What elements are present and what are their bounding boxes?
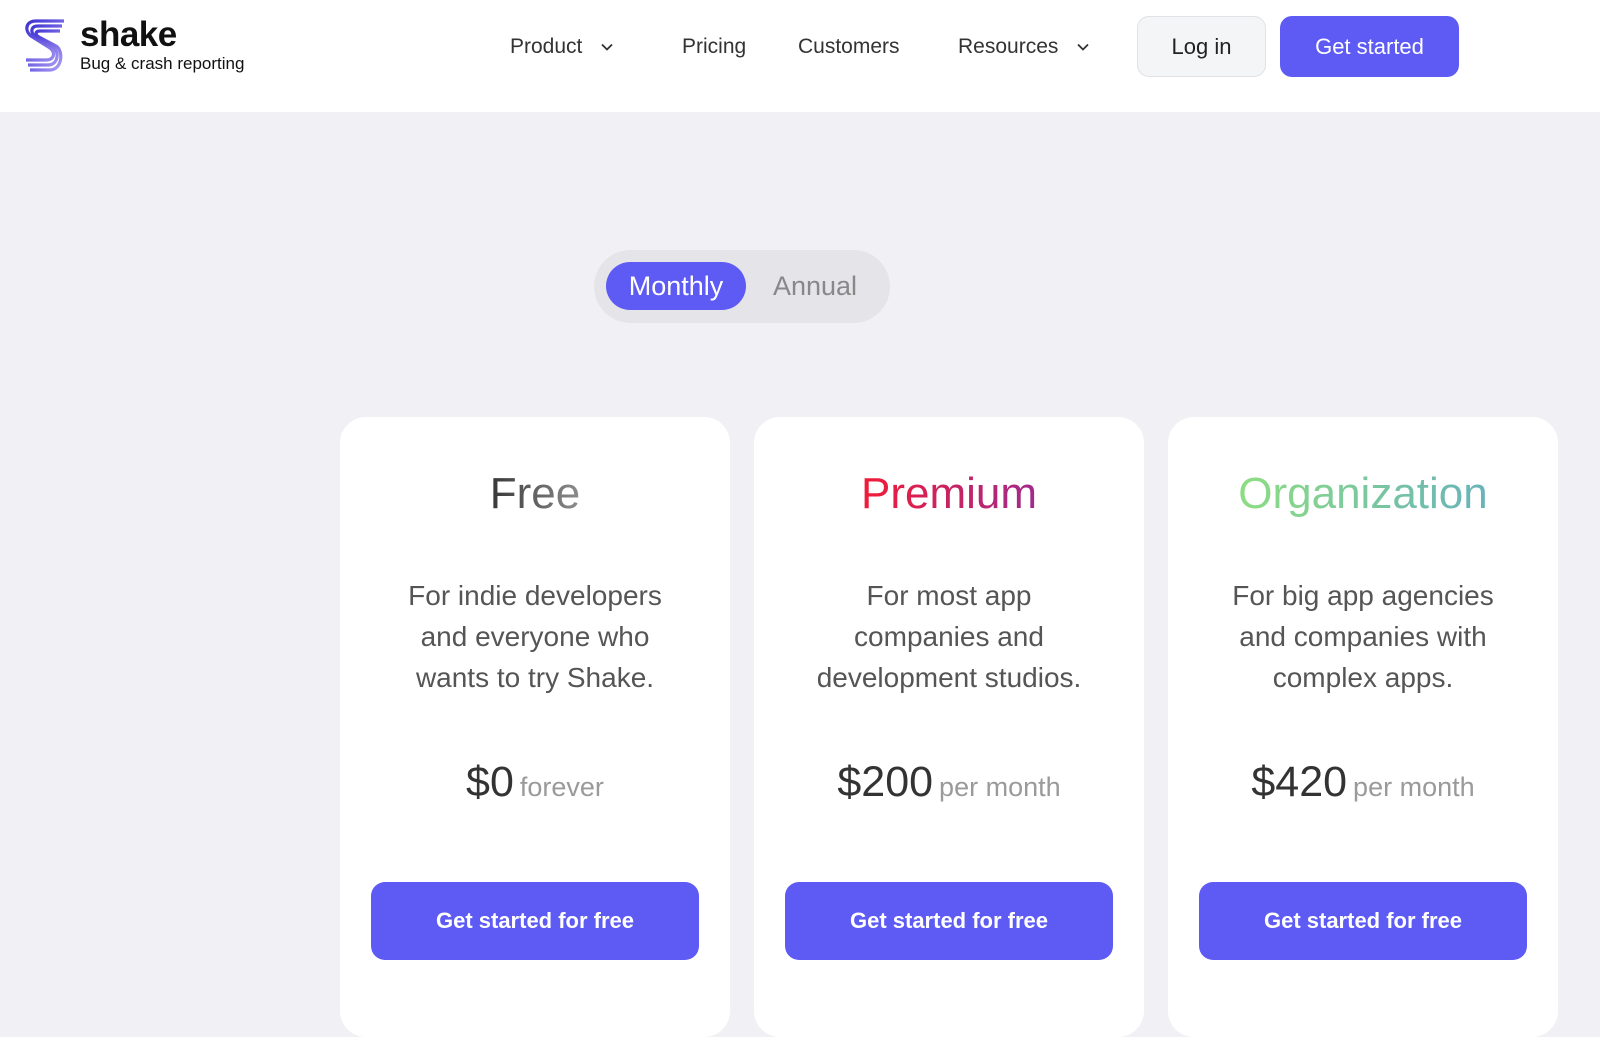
price-amount: $420 [1251,758,1348,806]
site-header: shake Bug & crash reporting Product Pric… [0,0,1600,112]
logo[interactable]: shake Bug & crash reporting [22,15,245,74]
plan-price: $200 per month [754,758,1144,807]
nav-resources-label: Resources [958,35,1059,58]
price-period: per month [1353,772,1475,802]
login-button[interactable]: Log in [1137,16,1266,77]
nav-customers-label: Customers [798,35,900,58]
plan-cta-button[interactable]: Get started for free [1199,882,1527,960]
plan-title: Free [340,468,730,520]
plan-description: For most app companies and development s… [754,575,1144,698]
chevron-down-icon [601,43,614,51]
plan-description: For big app agencies and companies with … [1168,575,1558,698]
plan-description-line: For big app agencies [1232,580,1494,611]
nav-product-label: Product [510,35,583,58]
plan-description-line: and everyone who [420,621,650,652]
toggle-monthly[interactable]: Monthly [606,262,746,310]
billing-toggle: Monthly Annual [594,250,890,323]
plan-price: $420 per month [1168,758,1558,807]
nav-pricing-label: Pricing [682,35,747,58]
plan-title: Organization [1168,468,1558,520]
price-amount: $0 [466,758,514,806]
plan-description-line: and companies with [1239,621,1487,652]
plan-description-line: complex apps. [1272,662,1454,693]
plan-description: For indie developers and everyone who wa… [340,575,730,698]
nav-pricing[interactable]: Pricing [682,26,746,68]
price-period: forever [519,772,604,802]
plan-cta-button[interactable]: Get started for free [785,882,1113,960]
shake-logo-icon [25,19,64,72]
plan-title: Premium [754,468,1144,520]
chevron-down-icon [1077,43,1090,51]
plan-description-line: For indie developers [408,580,662,611]
plan-price: $0 forever [340,758,730,807]
plan-description-line: development studios. [816,662,1082,693]
price-period: per month [939,772,1061,802]
get-started-button[interactable]: Get started [1280,16,1459,77]
plan-description-line: companies and [854,621,1044,652]
nav-resources[interactable]: Resources [958,26,1090,68]
logo-name: shake [80,15,177,54]
price-amount: $200 [837,758,934,806]
plan-description-line: wants to try Shake. [415,662,655,693]
plan-description-line: For most app [866,580,1032,611]
plan-cta-button[interactable]: Get started for free [371,882,699,960]
nav-product[interactable]: Product [510,26,614,68]
nav-customers[interactable]: Customers [798,26,900,68]
logo-tagline: Bug & crash reporting [80,54,245,73]
toggle-annual[interactable]: Annual [754,262,876,310]
